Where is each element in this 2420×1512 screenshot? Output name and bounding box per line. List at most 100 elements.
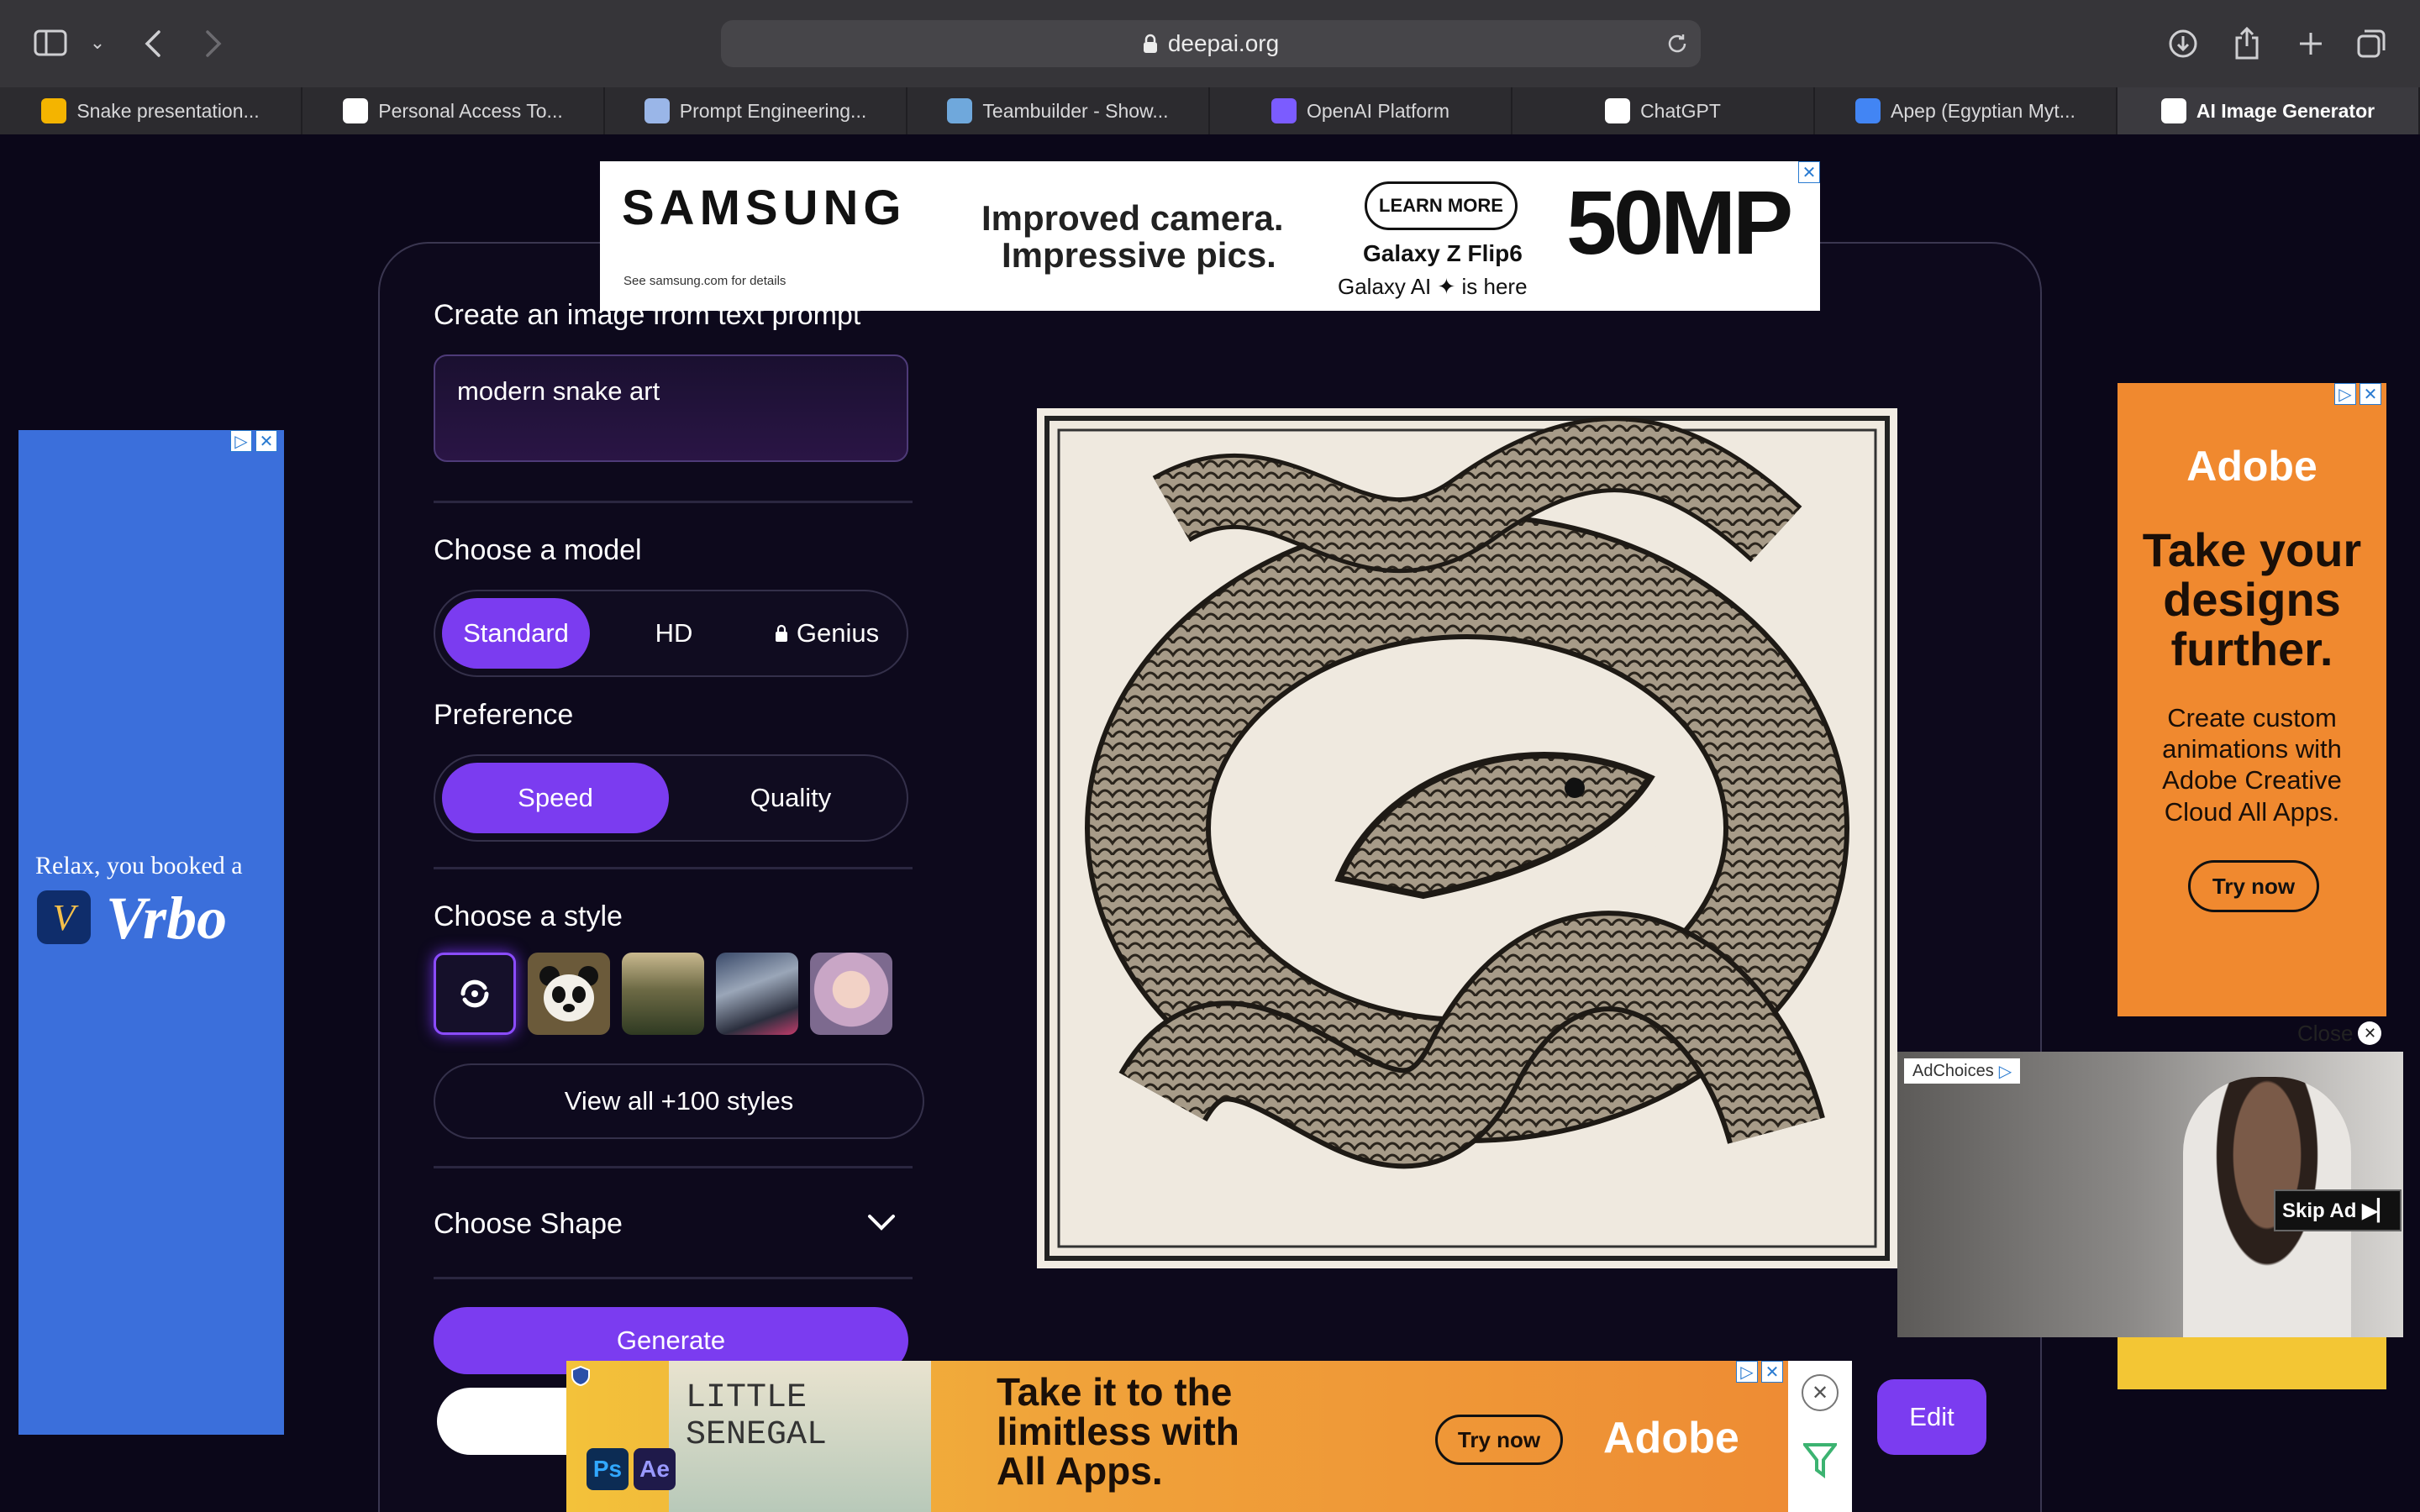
ad-product: Galaxy Z Flip6 [1363,240,1523,266]
prompt-input[interactable]: modern snake art [434,354,908,462]
adchoices-icon[interactable]: ▷ [230,430,252,452]
shield-icon [571,1365,592,1387]
model-genius-button[interactable]: Genius [753,598,901,669]
top-banner-ad[interactable]: SAMSUNG See samsung.com for details Impr… [600,161,1820,311]
browser-toolbar: ⌄ deepai.org [0,0,2420,87]
google-icon [1855,98,1881,123]
adchoices-icon: ▷ [1998,1062,2012,1081]
browser-tab-label: Teambuilder - Show... [982,99,1169,122]
video-close-button[interactable]: Close ✕ [2297,1018,2385,1048]
close-icon[interactable]: ✕ [1761,1361,1783,1383]
divider [434,867,913,869]
deepai-logo-icon [460,979,489,1008]
reload-icon[interactable] [1664,30,1691,57]
bottom-banner-ad[interactable]: LITTLE SENEGAL Ps Ae Take it to the limi… [566,1361,1788,1512]
browser-tab[interactable]: Teambuilder - Show... [908,87,1210,134]
model-hd-button[interactable]: HD [607,598,741,669]
ad-50mp: 50MP [1566,171,1793,273]
preference-selector: Speed Quality [434,754,908,842]
teambuilder-icon [947,98,973,123]
samsung-logo: SAMSUNG [622,181,907,235]
url-text: deepai.org [1167,30,1280,56]
browser-tab[interactable]: Apep (Egyptian Myt... [1815,87,2118,134]
divider [434,501,913,503]
vrbo-wordmark: Vrbo [106,885,228,952]
vrbo-logo-icon: V [37,890,91,944]
back-icon[interactable] [139,27,166,60]
openai-icon [1270,98,1297,123]
edit-button[interactable]: Edit [1877,1379,1986,1455]
browser-tab-label: OpenAI Platform [1306,99,1450,122]
model-standard-button[interactable]: Standard [442,598,590,669]
browser-tab[interactable]: Snake presentation... [0,87,302,134]
address-bar[interactable]: deepai.org [721,20,1701,67]
close-icon[interactable]: ✕ [2360,383,2381,405]
new-tab-icon[interactable] [2294,27,2328,60]
browser-tab[interactable]: OpenAI Platform [1210,87,1512,134]
browser-tab[interactable]: Prompt Engineering... [605,87,908,134]
tab-bar: Snake presentation... Personal Access To.… [0,87,2420,134]
divider [434,1166,913,1168]
github-icon [343,98,369,123]
learn-more-button[interactable]: LEARN MORE [1365,181,1518,230]
model-section-title: Choose a model [434,534,642,566]
browser-tab[interactable]: Personal Access To... [302,87,605,134]
style-panda-thumb[interactable] [528,953,610,1035]
try-now-button[interactable]: Try now [1435,1415,1563,1465]
divider [434,1277,913,1279]
browser-tab[interactable]: AI Image Generator [2118,87,2420,134]
adobe-logo: Adobe [2186,443,2317,490]
ad-art-text-2: SENEGAL [686,1416,828,1454]
snake-artwork [1044,416,1890,1261]
browser-tab-label: Snake presentation... [76,99,260,122]
ad-text: Relax, you booked a [35,852,243,879]
video-ad[interactable]: AdChoices ▷ Skip Ad ▶▏ [1897,1052,2403,1337]
right-side-ad[interactable]: Adobe Take your designs further. Create … [2118,383,2386,1016]
style-robot-thumb[interactable] [716,953,798,1035]
preference-speed-button[interactable]: Speed [442,763,669,833]
forward-icon[interactable] [200,27,227,60]
style-section-title: Choose a style [434,900,623,932]
model-selector: Standard HD Genius [434,590,908,677]
sidebar-toggle-icon[interactable] [34,29,67,57]
chevron-down-icon[interactable]: ⌄ [87,32,108,54]
left-side-ad[interactable]: Relax, you booked a V Vrbo ▷ ✕ [18,430,284,1435]
share-icon[interactable] [2230,25,2264,60]
preference-section-title: Preference [434,699,574,731]
ad-headline-1: Improved camera. [981,198,1284,238]
adchoices-label[interactable]: AdChoices ▷ [1904,1058,2021,1084]
browser-tab-label: AI Image Generator [2196,99,2375,122]
close-icon: ✕ [2358,1021,2382,1045]
slides-icon [41,98,67,123]
tab-overview-icon[interactable] [2354,27,2388,60]
try-now-button[interactable]: Try now [2188,860,2319,912]
style-landscape-thumb[interactable] [622,953,704,1035]
filter-icon[interactable] [1801,1441,1839,1483]
panda-icon [539,966,598,1021]
after-effects-icon: Ae [634,1448,676,1490]
adchoices-icon[interactable]: ▷ [1736,1361,1758,1383]
lock-icon [1143,34,1157,53]
browser-tab[interactable]: ChatGPT [1512,87,1815,134]
close-circle-icon[interactable]: ✕ [1802,1374,1839,1411]
doc-icon [644,98,670,123]
shape-section-title[interactable]: Choose Shape [434,1208,623,1241]
style-anime-girl-thumb[interactable] [810,953,892,1035]
adchoices-icon[interactable]: ▷ [2334,383,2356,405]
close-icon[interactable]: ✕ [255,430,277,452]
browser-tab-label: Prompt Engineering... [679,99,867,122]
close-icon[interactable]: ✕ [1798,161,1820,183]
ad-headline: Take your designs further. [2142,523,2362,675]
deepai-icon [2160,98,2186,123]
chevron-down-icon[interactable] [867,1213,896,1236]
adobe-logo: Adobe [1603,1414,1739,1462]
preference-quality-button[interactable]: Quality [679,763,902,833]
chatgpt-icon [1605,98,1631,123]
generated-image[interactable] [1037,408,1897,1268]
browser-tab-label: Personal Access To... [378,99,563,122]
style-default-thumb[interactable] [434,953,516,1035]
skip-ad-button[interactable]: Skip Ad ▶▏ [2274,1189,2402,1231]
ad-headline: Take it to the limitless with All Apps. [997,1370,1239,1493]
downloads-icon[interactable] [2166,27,2200,60]
view-all-styles-button[interactable]: View all +100 styles [434,1063,924,1139]
